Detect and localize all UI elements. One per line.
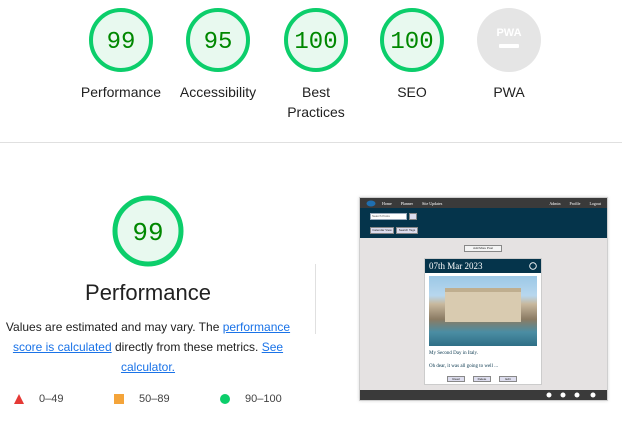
- preview-search-tags-button: Search Tags: [396, 227, 418, 234]
- preview-toolbar: Search Posts Calendar View Search Tags: [360, 208, 607, 238]
- seo-score: 100: [390, 29, 433, 56]
- pwa-badge: PWA: [477, 8, 541, 72]
- performance-heading: Performance: [85, 280, 211, 305]
- preview-nav-admin: Admin: [549, 200, 561, 206]
- preview-logo-icon: [366, 200, 376, 206]
- performance-score-ring: 99: [89, 8, 153, 72]
- preview-read-button: Read: [447, 376, 465, 382]
- section-divider: [0, 142, 622, 143]
- preview-nav-planner: Planner: [400, 200, 413, 206]
- pwa-dash-icon: [499, 44, 519, 48]
- preview-edit-button: Edit: [499, 376, 517, 382]
- accessibility-label: Accessibility: [179, 84, 257, 100]
- preview-post-image: [429, 276, 537, 346]
- gauge-seo[interactable]: 100 SEO: [372, 6, 452, 102]
- gauge-best-practices[interactable]: 100 Best Practices: [276, 6, 356, 122]
- best-practices-score: 100: [294, 29, 337, 56]
- preview-nav-home: Home: [382, 200, 392, 206]
- preview-social-icons: [546, 392, 596, 398]
- preview-card-status-icon: [529, 262, 537, 270]
- desc-text-2: directly from these metrics.: [111, 340, 262, 354]
- preview-post-line1: My Second Day in Italy.: [429, 351, 478, 356]
- gauge-pwa[interactable]: PWA PWA: [469, 6, 549, 102]
- accessibility-score-ring: 95: [186, 8, 250, 72]
- preview-calendar-button: Calendar View: [370, 227, 394, 234]
- pwa-badge-text: PWA: [496, 27, 521, 39]
- performance-detail-gauge: 99: [112, 195, 184, 267]
- vertical-divider: [315, 264, 316, 334]
- performance-detail-score: 99: [132, 218, 163, 248]
- preview-post-card: 07th Mar 2023 My Second Day in Italy. Oh…: [424, 258, 542, 385]
- seo-score-ring: 100: [380, 8, 444, 72]
- preview-search-input: Search Posts: [370, 213, 407, 220]
- red-triangle-icon: [14, 394, 24, 404]
- legend-pass-range: 90–100: [245, 393, 282, 405]
- preview-card-header: 07th Mar 2023: [425, 259, 541, 273]
- preview-add-post-button: Add More Post: [464, 245, 502, 252]
- gauge-accessibility[interactable]: 95 Accessibility: [173, 6, 263, 102]
- preview-nav: Home Planner Site Updates Admin Profile …: [360, 198, 607, 208]
- preview-nav-updates: Site Updates: [422, 200, 443, 206]
- seo-label: SEO: [397, 84, 427, 100]
- performance-description: Values are estimated and may vary. The p…: [0, 317, 296, 377]
- legend-average-range: 50–89: [139, 393, 170, 405]
- desc-text-1: Values are estimated and may vary. The: [5, 320, 223, 334]
- preview-nav-logout: Logout: [589, 200, 601, 206]
- accessibility-score: 95: [204, 29, 233, 56]
- preview-post-line2: Oh dear, it was all going to well ...: [429, 364, 498, 369]
- legend-fail: 0–49: [13, 393, 63, 405]
- preview-delete-button: Delete: [473, 376, 491, 382]
- best-practices-score-ring: 100: [284, 8, 348, 72]
- performance-score: 99: [107, 29, 136, 56]
- gauge-performance[interactable]: 99 Performance: [79, 6, 163, 102]
- preview-nav-profile: Profile: [569, 200, 581, 206]
- preview-fountain-building: [445, 288, 521, 322]
- pwa-label: PWA: [493, 84, 525, 100]
- legend-average: 50–89: [113, 393, 170, 405]
- final-screenshot-thumbnail[interactable]: Home Planner Site Updates Admin Profile …: [359, 197, 608, 401]
- legend-fail-range: 0–49: [39, 393, 64, 405]
- preview-footer: [360, 390, 607, 400]
- preview-search-icon: [409, 213, 417, 220]
- best-practices-label: Best Practices: [287, 84, 345, 120]
- preview-card-actions: Read Delete Edit: [425, 376, 541, 384]
- preview-card-title: 07th Mar 2023: [429, 261, 483, 271]
- orange-square-icon: [114, 394, 124, 404]
- green-circle-icon: [220, 394, 230, 404]
- legend-pass: 90–100: [219, 393, 282, 405]
- performance-label: Performance: [80, 84, 162, 100]
